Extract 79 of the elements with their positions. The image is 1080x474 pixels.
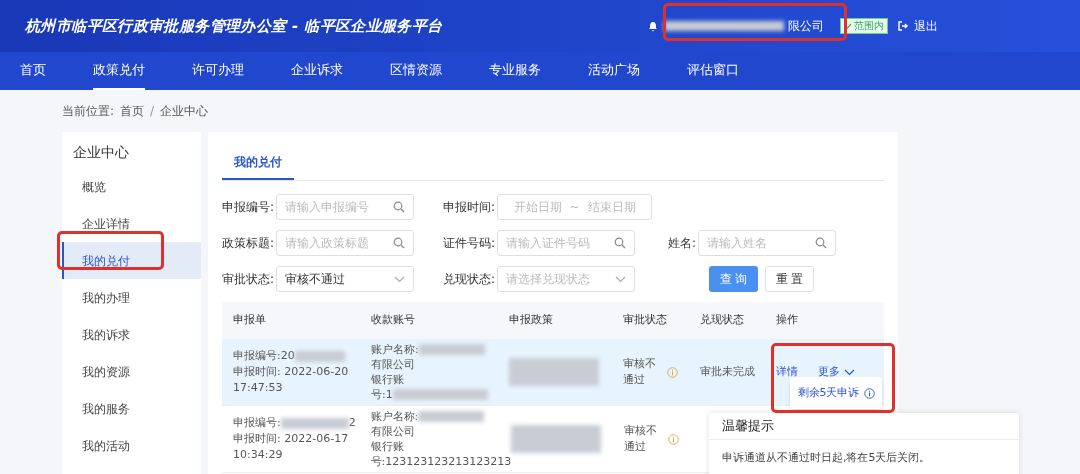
payout-status: 审批未完成 bbox=[699, 364, 755, 378]
approval-status: 审核不通过 bbox=[622, 356, 657, 388]
filter-label: 审批状态: bbox=[222, 271, 275, 288]
column-header: 兑现状态 bbox=[699, 312, 745, 329]
select-field[interactable]: 审核不通过 bbox=[276, 266, 415, 292]
detail-link[interactable]: 详情 bbox=[775, 363, 798, 381]
sidebar-item[interactable]: 企业详情 bbox=[62, 205, 201, 242]
sidebar-item[interactable]: 概览 bbox=[62, 168, 201, 205]
breadcrumb-separator: / bbox=[150, 103, 155, 120]
check-icon bbox=[844, 22, 852, 30]
sidebar-item[interactable]: 我的办理 bbox=[62, 279, 201, 316]
redaction-blur bbox=[294, 350, 345, 362]
logout-icon bbox=[898, 21, 908, 31]
filter-label: 政策标题: bbox=[222, 235, 275, 252]
info-icon bbox=[667, 433, 679, 445]
filter-label: 申报时间: bbox=[443, 199, 496, 216]
nav-tab[interactable]: 专业服务 bbox=[489, 52, 541, 90]
nav-tab[interactable]: 首页 bbox=[20, 52, 46, 90]
nav-tab[interactable]: 区情资源 bbox=[390, 52, 442, 90]
redaction-blur bbox=[280, 417, 349, 429]
account-text: 账户名称: bbox=[371, 342, 419, 357]
nav-tab[interactable]: 许可办理 bbox=[192, 52, 244, 90]
logout-link[interactable]: 退出 bbox=[914, 17, 938, 35]
account-text: 号:123123123213123213 bbox=[370, 454, 512, 469]
application-time: 10:34:29 bbox=[233, 447, 284, 463]
sidebar-item[interactable]: 我的诉求 bbox=[62, 316, 201, 353]
breadcrumb-link[interactable]: 企业中心 bbox=[160, 102, 209, 120]
scope-badge: 范围内 bbox=[840, 18, 888, 34]
approval-status: 审核不通过 bbox=[623, 423, 658, 455]
application-number-end: 2 bbox=[348, 415, 356, 431]
account-text: 有限公司 bbox=[370, 424, 415, 439]
info-icon bbox=[863, 387, 875, 399]
search-icon bbox=[393, 201, 406, 213]
application-time: 17:47:53 bbox=[233, 380, 284, 396]
filter-label: 申报编号: bbox=[222, 199, 275, 216]
site-title: 杭州市临平区行政审批服务管理办公室 - 临平区企业服务平台 bbox=[25, 15, 443, 37]
caret-icon bbox=[615, 275, 627, 283]
column-header: 申报单 bbox=[233, 312, 267, 329]
breadcrumb-link[interactable]: 首页 bbox=[120, 102, 145, 120]
account-text: 有限公司 bbox=[371, 357, 416, 372]
redaction-blur bbox=[418, 344, 485, 355]
bell-icon bbox=[648, 20, 658, 32]
nav-tab[interactable]: 评估窗口 bbox=[687, 52, 739, 90]
nav-tab[interactable]: 政策兑付 bbox=[93, 52, 145, 90]
application-number: 申报编号: bbox=[233, 415, 281, 431]
nav-tab[interactable]: 企业诉求 bbox=[291, 52, 343, 90]
sidebar-item[interactable]: 我的服务 bbox=[62, 390, 201, 427]
search-icon bbox=[393, 237, 406, 249]
caret-icon bbox=[394, 275, 406, 283]
filter-label: 姓名: bbox=[668, 235, 697, 252]
column-header: 收款账号 bbox=[371, 312, 417, 329]
reset-button[interactable]: 重 置 bbox=[765, 266, 814, 292]
search-icon bbox=[614, 237, 627, 249]
account-text: 银行账 bbox=[371, 372, 405, 387]
sidebar-item[interactable]: 我的兑付 bbox=[62, 242, 201, 279]
filter-label: 兑现状态: bbox=[443, 271, 496, 288]
sidebar-item[interactable]: 我的活动 bbox=[62, 427, 201, 464]
redaction-blur bbox=[418, 411, 485, 422]
sidebar-item[interactable]: 我的资源 bbox=[62, 353, 201, 390]
breadcrumb-label: 当前位置: bbox=[62, 103, 115, 120]
company-name: 限公司 bbox=[788, 18, 824, 35]
filter-label: 证件号码: bbox=[443, 235, 496, 252]
info-icon bbox=[666, 366, 678, 378]
application-time: 申报时间: 2022-06-17 bbox=[233, 431, 350, 447]
search-icon bbox=[815, 237, 828, 249]
appeal-menu-item[interactable]: 剩余5天申诉 bbox=[797, 384, 860, 402]
account-text: 银行账 bbox=[370, 439, 404, 454]
tip-title: 温馨提示 bbox=[709, 413, 1019, 440]
column-header: 操作 bbox=[775, 312, 799, 329]
content-tab[interactable]: 我的兑付 bbox=[222, 146, 294, 180]
account-text: 账户名称: bbox=[370, 409, 419, 424]
sidebar-title: 企业中心 bbox=[72, 143, 130, 162]
nav-tab[interactable]: 活动广场 bbox=[588, 52, 640, 90]
application-number: 申报编号:20 bbox=[233, 348, 295, 364]
caret-icon bbox=[843, 368, 855, 376]
application-time: 申报时间: 2022-06-20 bbox=[233, 364, 350, 380]
column-header: 申报政策 bbox=[509, 312, 555, 329]
account-text: 号:1 bbox=[371, 387, 393, 402]
column-header: 审批状态 bbox=[622, 312, 668, 329]
